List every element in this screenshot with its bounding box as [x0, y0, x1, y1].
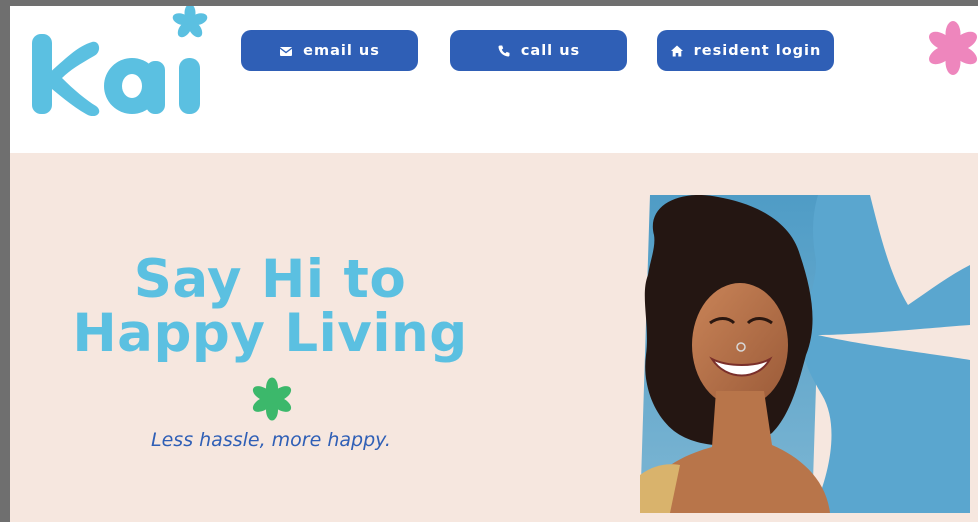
- home-icon: [670, 44, 684, 58]
- pink-flower-decoration: [929, 21, 977, 75]
- headline-line-1: Say Hi to: [133, 249, 407, 310]
- headline-line-2: Happy Living: [72, 303, 468, 364]
- hero-photo: [640, 195, 970, 513]
- email-us-button[interactable]: email us: [241, 30, 418, 71]
- call-us-button[interactable]: call us: [450, 30, 627, 71]
- page-frame: email us call us resident login Say Hi t…: [10, 6, 978, 522]
- call-us-label: call us: [520, 42, 581, 59]
- site-header: email us call us resident login: [10, 6, 978, 153]
- hero-headline: Say Hi to Happy Living: [50, 253, 490, 361]
- hero-section: Say Hi to Happy Living Less hassle, more…: [10, 153, 978, 522]
- green-flower-decoration: [252, 377, 292, 421]
- resident-login-button[interactable]: resident login: [657, 30, 834, 71]
- email-us-label: email us: [303, 42, 380, 59]
- envelope-icon: [279, 44, 293, 58]
- hero-tagline: Less hassle, more happy.: [151, 429, 391, 451]
- kai-logo[interactable]: [32, 6, 222, 116]
- resident-login-label: resident login: [693, 42, 822, 59]
- phone-icon: [497, 44, 511, 58]
